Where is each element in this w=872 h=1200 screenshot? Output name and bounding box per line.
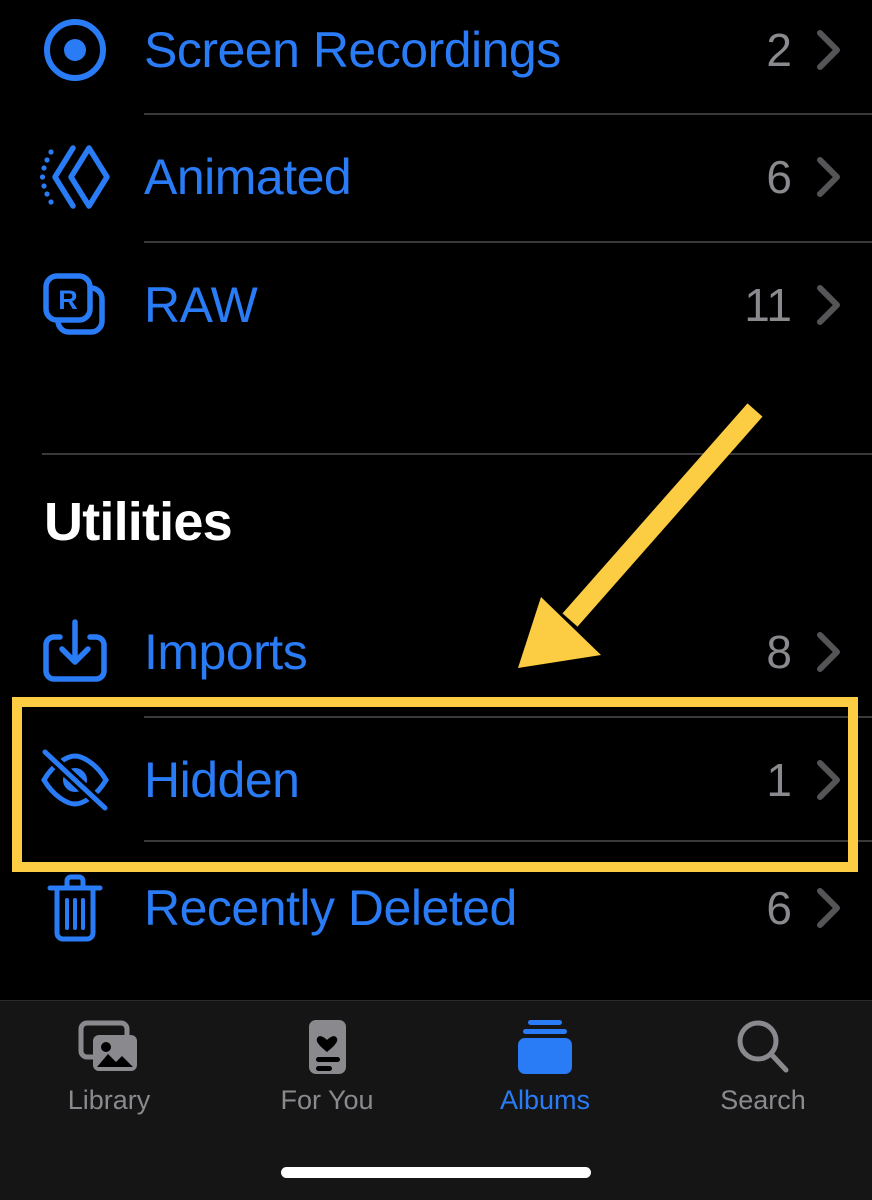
album-count: 2 (766, 24, 792, 76)
album-count: 11 (744, 279, 792, 331)
tab-library[interactable]: Library (0, 1015, 218, 1135)
album-row-raw[interactable]: R RAW 11 (0, 241, 872, 369)
screen-recording-icon (40, 15, 110, 85)
album-count: 8 (766, 626, 792, 678)
raw-icon: R (40, 270, 110, 340)
chevron-right-icon (816, 283, 842, 327)
magnifier-icon (734, 1015, 792, 1079)
album-label: Imports (144, 624, 308, 680)
tab-search[interactable]: Search (654, 1015, 872, 1135)
photos-albums-screen: Screen Recordings 2 Animated 6 R RAW 11 … (0, 0, 872, 1200)
tab-for-you[interactable]: For You (218, 1015, 436, 1135)
chevron-right-icon (816, 758, 842, 802)
albums-icon (514, 1015, 576, 1079)
animated-icon (39, 142, 110, 212)
albums-list: Screen Recordings 2 Animated 6 R RAW 11 … (0, 0, 872, 1000)
album-row-hidden[interactable]: Hidden 1 (0, 716, 872, 844)
row-separator (144, 840, 872, 842)
heart-card-icon (300, 1015, 354, 1079)
section-separator (42, 453, 872, 455)
album-count: 1 (766, 754, 792, 806)
album-row-recently-deleted[interactable]: Recently Deleted 6 (0, 844, 872, 972)
album-label: RAW (144, 277, 258, 333)
section-header-utilities: Utilities (44, 492, 233, 552)
album-label: Recently Deleted (144, 880, 517, 936)
chevron-right-icon (816, 886, 842, 930)
bottom-tab-bar: Library For You Albums Search (0, 1000, 872, 1200)
album-label: Hidden (144, 752, 300, 808)
album-count: 6 (766, 151, 792, 203)
album-row-imports[interactable]: Imports 8 (0, 588, 872, 716)
photo-stack-icon (77, 1015, 141, 1079)
tab-label: For You (280, 1085, 374, 1115)
tab-label: Library (67, 1085, 151, 1115)
chevron-right-icon (816, 155, 842, 199)
tab-label: Albums (499, 1085, 591, 1115)
album-row-animated[interactable]: Animated 6 (0, 113, 872, 241)
album-count: 6 (766, 882, 792, 934)
trash-icon (40, 873, 110, 943)
hidden-eye-slash-icon (39, 745, 111, 815)
tab-albums[interactable]: Albums (436, 1015, 654, 1135)
imports-icon (40, 617, 110, 687)
chevron-right-icon (816, 630, 842, 674)
album-label: Animated (144, 149, 352, 205)
svg-text:R: R (58, 285, 78, 315)
album-label: Screen Recordings (144, 22, 561, 78)
album-row-screen-recordings[interactable]: Screen Recordings 2 (0, 0, 872, 114)
tab-label: Search (720, 1085, 806, 1115)
home-indicator (281, 1167, 591, 1178)
chevron-right-icon (816, 28, 842, 72)
